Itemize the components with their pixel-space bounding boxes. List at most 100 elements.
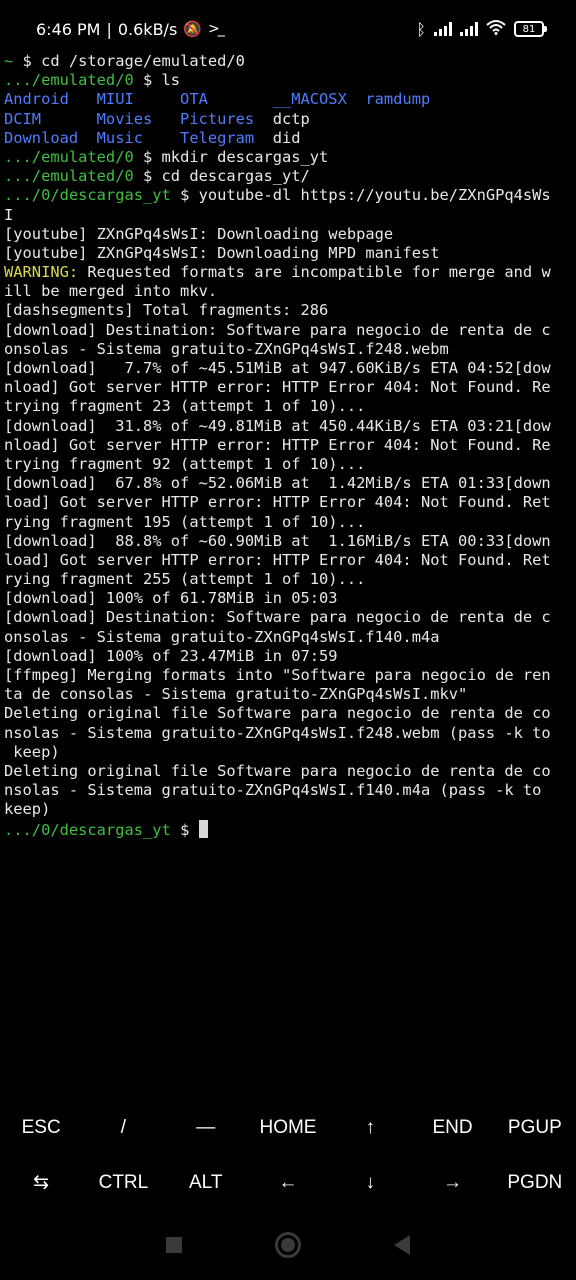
terminal-line: rying fragment 195 (attempt 1 of 10)... <box>4 513 574 532</box>
wifi-icon <box>486 19 506 39</box>
terminal-text: onsolas - Sistema gratuito-ZXnGPq4sWsI.f… <box>4 339 449 358</box>
status-bar: 6:46 PM | 0.6kB/s 🔕 >_ ᛒ 81 <box>0 0 576 58</box>
terminal-line: .../0/descargas_yt $ youtube-dl https://… <box>4 186 574 205</box>
terminal-line: [download] 67.8% of ~52.06MiB at 1.42MiB… <box>4 474 574 493</box>
terminal-text: trying fragment 23 (attempt 1 of 10)... <box>4 397 366 416</box>
terminal-line: onsolas - Sistema gratuito-ZXnGPq4sWsI.f… <box>4 340 574 359</box>
terminal-text: did <box>272 128 301 147</box>
terminal-text: [youtube] ZXnGPq4sWsI: Downloading webpa… <box>4 224 394 243</box>
terminal-line: [youtube] ZXnGPq4sWsI: Downloading MPD m… <box>4 244 574 263</box>
terminal-text: [download] 100% of 23.47MiB in 07:59 <box>4 646 338 665</box>
terminal-text: Download Music Telegram <box>4 128 273 147</box>
terminal-line: [ffmpeg] Merging formats into "Software … <box>4 666 574 685</box>
terminal-line: ~ $ cd /storage/emulated/0 <box>4 52 574 71</box>
terminal-line: .../emulated/0 $ cd descargas_yt/ <box>4 167 574 186</box>
terminal-text: ill be merged into mkv. <box>4 282 218 301</box>
end-key[interactable]: END <box>411 1117 493 1139</box>
terminal-cursor <box>198 819 208 838</box>
terminal-prompt-line[interactable]: .../0/descargas_yt $ <box>4 819 574 839</box>
extra-keys-bar: ESC / — HOME ↑ END PGUP ⇆ CTRL ALT ← ↓ → PGDN <box>0 1100 576 1210</box>
terminal-line: .../emulated/0 $ ls <box>4 71 574 90</box>
bluetooth-icon: ᛒ <box>416 19 426 39</box>
terminal-text: rying fragment 255 (attempt 1 of 10)... <box>4 570 366 589</box>
terminal-line: Android MIUI OTA __MACOSX ramdump <box>4 90 574 109</box>
terminal-text: $ ls <box>143 71 181 90</box>
terminal-text: dctp <box>272 109 310 128</box>
recents-button[interactable] <box>166 1237 183 1253</box>
pgdn-key[interactable]: PGDN <box>494 1172 576 1194</box>
arrow-up-key[interactable]: ↑ <box>329 1117 411 1139</box>
terminal-line: trying fragment 92 (attempt 1 of 10)... <box>4 455 574 474</box>
terminal-line: nload] Got server HTTP error: HTTP Error… <box>4 436 574 455</box>
terminal-text: $ cd /storage/emulated/0 <box>22 52 245 70</box>
status-right: ᛒ 81 <box>416 19 547 39</box>
terminal-text: load] Got server HTTP error: HTTP Error … <box>4 493 551 512</box>
terminal-output[interactable]: ~ $ cd /storage/emulated/0 .../emulated/0… <box>4 52 574 839</box>
terminal-text: [download] 100% of 61.78MiB in 05:03 <box>4 589 338 608</box>
alt-key[interactable]: ALT <box>165 1172 247 1194</box>
terminal-text: Deleting original file Software para neg… <box>4 704 551 723</box>
home-button[interactable] <box>274 1232 301 1258</box>
terminal-line: ta de consolas - Sistema gratuito-ZXnGPq… <box>4 685 574 704</box>
terminal-text: keep) <box>4 800 51 819</box>
extra-keys-row-2: ⇆ CTRL ALT ← ↓ → PGDN <box>0 1155 576 1210</box>
terminal-line: [download] Destination: Software para ne… <box>4 321 574 340</box>
terminal-text: nsolas - Sistema gratuito-ZXnGPq4sWsI.f1… <box>4 781 542 800</box>
terminal-line: Download Music Telegram did <box>4 129 574 148</box>
terminal-text: [ffmpeg] Merging formats into "Software … <box>4 666 551 684</box>
terminal-text: nload] Got server HTTP error: HTTP Error… <box>4 378 551 397</box>
terminal-text: .../0/descargas_yt <box>4 186 181 205</box>
terminal-line: load] Got server HTTP error: HTTP Error … <box>4 493 574 512</box>
terminal-text: $ youtube-dl https://youtu.be/ZXnGPq4sWs <box>180 186 551 205</box>
terminal-text: DCIM Movies Pictures <box>4 109 273 128</box>
terminal-text: [download] 31.8% of ~49.81MiB at 450.44K… <box>4 416 551 435</box>
terminal-text: [youtube] ZXnGPq4sWsI: Downloading MPD m… <box>4 243 440 262</box>
terminal-text: nload] Got server HTTP error: HTTP Error… <box>4 435 551 454</box>
terminal-prompt-icon: >_ <box>207 21 225 37</box>
arrow-right-key[interactable]: → <box>411 1172 493 1194</box>
terminal-text: .../emulated/0 <box>4 147 143 166</box>
terminal-line: [youtube] ZXnGPq4sWsI: Downloading webpa… <box>4 225 574 244</box>
terminal-line: [download] Destination: Software para ne… <box>4 608 574 627</box>
terminal-text: onsolas - Sistema gratuito-ZXnGPq4sWsI.f… <box>4 627 440 646</box>
slash-key[interactable]: / <box>82 1117 164 1139</box>
terminal-line: trying fragment 23 (attempt 1 of 10)... <box>4 397 574 416</box>
terminal-text: trying fragment 92 (attempt 1 of 10)... <box>4 454 366 473</box>
terminal-text: [download] Destination: Software para ne… <box>4 608 551 627</box>
dash-key[interactable]: — <box>165 1117 247 1139</box>
terminal-text: ta de consolas - Sistema gratuito-ZXnGPq… <box>4 685 468 704</box>
terminal-line: [dashsegments] Total fragments: 286 <box>4 301 574 320</box>
ctrl-key[interactable]: CTRL <box>82 1172 164 1194</box>
prompt-symbol: $ <box>180 820 199 839</box>
terminal-line: load] Got server HTTP error: HTTP Error … <box>4 551 574 570</box>
terminal-text: .../emulated/0 <box>4 167 143 186</box>
terminal-text: Deleting original file Software para neg… <box>4 761 551 780</box>
pgup-key[interactable]: PGUP <box>494 1117 576 1139</box>
terminal-line: I <box>4 206 574 225</box>
terminal-text: [download] 67.8% of ~52.06MiB at 1.42MiB… <box>4 474 551 493</box>
terminal-line: DCIM Movies Pictures dctp <box>4 110 574 129</box>
status-separator: | <box>106 19 112 39</box>
terminal-text: ~ <box>4 52 23 70</box>
esc-key[interactable]: ESC <box>0 1117 82 1139</box>
arrow-left-key[interactable]: ← <box>247 1172 329 1194</box>
prompt-path: .../0/descargas_yt <box>4 820 181 839</box>
terminal-text: load] Got server HTTP error: HTTP Error … <box>4 550 551 569</box>
terminal-line: WARNING: Requested formats are incompati… <box>4 263 574 282</box>
terminal-line: [download] 100% of 23.47MiB in 07:59 <box>4 647 574 666</box>
arrow-down-key[interactable]: ↓ <box>329 1172 411 1194</box>
home-key[interactable]: HOME <box>247 1117 329 1139</box>
terminal-text: [download] 88.8% of ~60.90MiB at 1.16MiB… <box>4 531 551 550</box>
terminal-line: [download] 100% of 61.78MiB in 05:03 <box>4 589 574 608</box>
battery-level: 81 <box>522 23 536 35</box>
tab-key[interactable]: ⇆ <box>0 1171 82 1194</box>
signal-icon <box>460 22 478 36</box>
terminal-line: keep) <box>4 800 574 819</box>
terminal-line: Deleting original file Software para neg… <box>4 762 574 781</box>
terminal-text: [download] 7.7% of ~45.51MiB at 947.60Ki… <box>4 359 551 377</box>
terminal-text: WARNING: <box>4 263 79 282</box>
terminal-text: Android MIUI OTA __MACOSX ramdump <box>4 90 431 109</box>
terminal-text: .../emulated/0 <box>4 71 143 90</box>
terminal-text: keep) <box>4 742 60 761</box>
back-button[interactable] <box>393 1235 410 1255</box>
